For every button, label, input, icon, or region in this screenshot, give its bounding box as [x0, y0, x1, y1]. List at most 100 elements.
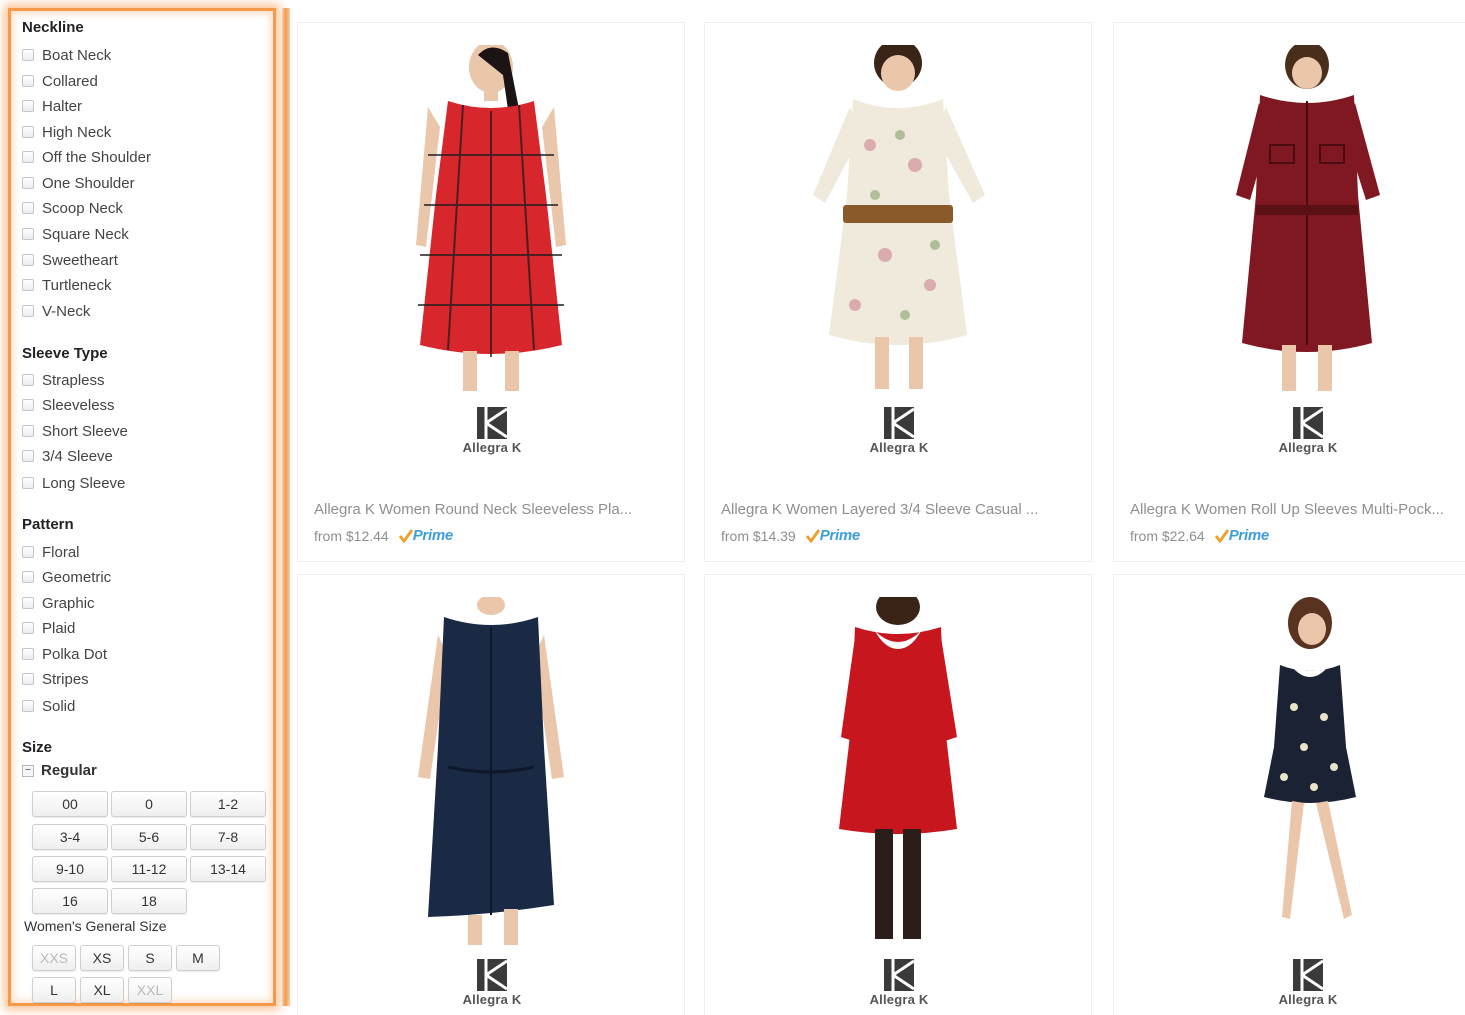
- filter-geometric[interactable]: Geometric: [22, 567, 111, 587]
- filter-floral[interactable]: Floral: [22, 542, 80, 562]
- checkbox[interactable]: [22, 126, 34, 138]
- regular-size-toggle[interactable]: − Regular: [22, 762, 97, 779]
- checkbox[interactable]: [22, 648, 34, 660]
- checkbox[interactable]: [22, 100, 34, 112]
- filter-label: High Neck: [42, 123, 112, 141]
- filter-sleeveless[interactable]: Sleeveless: [22, 395, 115, 415]
- size-button-00[interactable]: 00: [32, 791, 108, 817]
- checkbox[interactable]: [22, 571, 34, 583]
- filter-sweetheart[interactable]: Sweetheart: [22, 250, 118, 270]
- filter-solid[interactable]: Solid: [22, 696, 75, 716]
- filter-high-neck[interactable]: High Neck: [22, 122, 111, 142]
- product-card[interactable]: Allegra K Allegra K Women Layered 3/4 Sl…: [704, 22, 1092, 562]
- product-image[interactable]: [298, 597, 684, 947]
- size-button-11-12[interactable]: 11-12: [111, 856, 187, 882]
- size-button-18[interactable]: 18: [111, 888, 187, 914]
- size-button-5-6[interactable]: 5-6: [111, 824, 187, 850]
- product-image[interactable]: [705, 597, 1091, 947]
- product-title[interactable]: Allegra K Women Roll Up Sleeves Multi-Po…: [1130, 501, 1465, 518]
- product-card[interactable]: Allegra K: [704, 574, 1092, 1015]
- prime-check-icon: [805, 528, 820, 543]
- allegra-k-logo-icon: [477, 407, 507, 439]
- prime-check-icon: [1214, 528, 1229, 543]
- size-button-13-14[interactable]: 13-14: [190, 856, 266, 882]
- checkbox[interactable]: [22, 177, 34, 189]
- size-button-7-8[interactable]: 7-8: [190, 824, 266, 850]
- size-button-1-2[interactable]: 1-2: [190, 791, 266, 817]
- checkbox[interactable]: [22, 75, 34, 87]
- checkbox[interactable]: [22, 700, 34, 712]
- checkbox[interactable]: [22, 399, 34, 411]
- regular-size-label: Regular: [41, 762, 97, 779]
- size-button-16[interactable]: 16: [32, 888, 108, 914]
- filter-one-shoulder[interactable]: One Shoulder: [22, 173, 135, 193]
- general-size-label: Women's General Size: [24, 918, 167, 934]
- allegra-k-logo-icon: [884, 959, 914, 991]
- filter-short-sleeve[interactable]: Short Sleeve: [22, 421, 128, 441]
- size-button-xl[interactable]: XL: [80, 977, 124, 1003]
- filter-long-sleeve[interactable]: Long Sleeve: [22, 473, 125, 493]
- filter-collared[interactable]: Collared: [22, 71, 98, 91]
- product-image[interactable]: [298, 45, 684, 395]
- filter-label: Scoop Neck: [42, 199, 123, 217]
- checkbox[interactable]: [22, 305, 34, 317]
- collapse-icon[interactable]: −: [22, 764, 34, 777]
- size-button-m[interactable]: M: [176, 945, 220, 971]
- filter-boat-neck[interactable]: Boat Neck: [22, 45, 111, 65]
- filter-square-neck[interactable]: Square Neck: [22, 224, 129, 244]
- checkbox[interactable]: [22, 228, 34, 240]
- filter-label: Strapless: [42, 371, 105, 389]
- product-card[interactable]: Allegra K Allegra K Women Round Neck Sle…: [297, 22, 685, 562]
- filter-turtleneck[interactable]: Turtleneck: [22, 275, 111, 295]
- brand-name: Allegra K: [1278, 440, 1338, 455]
- checkbox[interactable]: [22, 254, 34, 266]
- filter-polka-dot[interactable]: Polka Dot: [22, 644, 107, 664]
- price-row: from $12.44 Prime: [314, 527, 453, 544]
- size-button-9-10[interactable]: 9-10: [32, 856, 108, 882]
- checkbox[interactable]: [22, 597, 34, 609]
- checkbox[interactable]: [22, 151, 34, 163]
- size-button-s[interactable]: S: [128, 945, 172, 971]
- product-card[interactable]: Allegra K: [297, 574, 685, 1015]
- filter-off-the-shoulder[interactable]: Off the Shoulder: [22, 147, 151, 167]
- checkbox[interactable]: [22, 425, 34, 437]
- checkbox[interactable]: [22, 374, 34, 386]
- prime-badge: Prime: [1214, 527, 1269, 544]
- size-button-xxs[interactable]: XXS: [32, 945, 76, 971]
- product-image[interactable]: [1114, 45, 1465, 395]
- filter-label: Sleeveless: [42, 396, 115, 414]
- prime-badge: Prime: [398, 527, 453, 544]
- checkbox[interactable]: [22, 477, 34, 489]
- checkbox[interactable]: [22, 202, 34, 214]
- checkbox[interactable]: [22, 279, 34, 291]
- checkbox[interactable]: [22, 49, 34, 61]
- filter-v-neck[interactable]: V-Neck: [22, 301, 90, 321]
- filter-plaid[interactable]: Plaid: [22, 618, 75, 638]
- product-card[interactable]: Allegra K Allegra K Women Roll Up Sleeve…: [1113, 22, 1465, 562]
- checkbox[interactable]: [22, 622, 34, 634]
- size-button-0[interactable]: 0: [111, 791, 187, 817]
- filter-graphic[interactable]: Graphic: [22, 593, 95, 613]
- allegra-k-logo-icon: [884, 407, 914, 439]
- checkbox[interactable]: [22, 450, 34, 462]
- filter-strapless[interactable]: Strapless: [22, 370, 105, 390]
- filter-scoop-neck[interactable]: Scoop Neck: [22, 198, 123, 218]
- product-card[interactable]: Allegra K: [1113, 574, 1465, 1015]
- checkbox[interactable]: [22, 546, 34, 558]
- size-button-xs[interactable]: XS: [80, 945, 124, 971]
- filter-3-4-sleeve[interactable]: 3/4 Sleeve: [22, 446, 113, 466]
- dress-shape: [1264, 665, 1356, 803]
- brand-logo: Allegra K: [1278, 407, 1338, 455]
- product-title[interactable]: Allegra K Women Round Neck Sleeveless Pl…: [314, 501, 654, 518]
- filter-halter[interactable]: Halter: [22, 96, 82, 116]
- filter-label: Short Sleeve: [42, 422, 128, 440]
- product-image[interactable]: [1114, 597, 1465, 947]
- size-button-xxl[interactable]: XXL: [128, 977, 172, 1003]
- product-title[interactable]: Allegra K Women Layered 3/4 Sleeve Casua…: [721, 501, 1061, 518]
- size-button-l[interactable]: L: [32, 977, 76, 1003]
- filter-stripes[interactable]: Stripes: [22, 669, 89, 689]
- size-button-3-4[interactable]: 3-4: [32, 824, 108, 850]
- checkbox[interactable]: [22, 673, 34, 685]
- product-image[interactable]: [705, 45, 1091, 395]
- brand-logo: Allegra K: [869, 407, 929, 455]
